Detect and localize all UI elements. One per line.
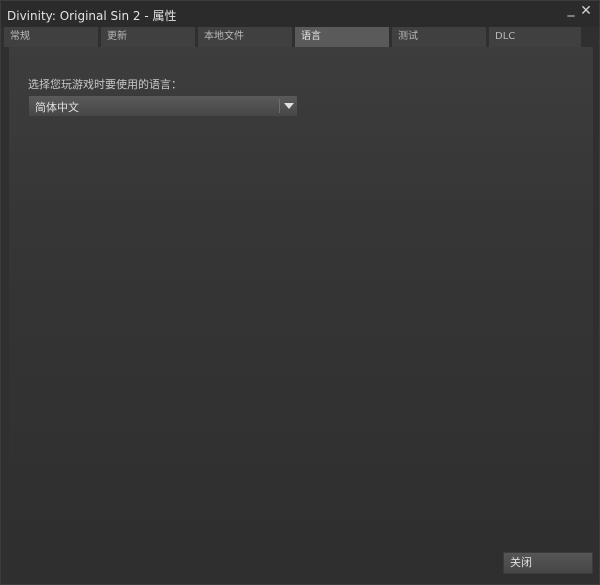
properties-window: Divinity: Original Sin 2 - 属性 _ ✕ 常规 更新 … <box>0 0 600 585</box>
dropdown-divider <box>279 99 280 113</box>
tab-general[interactable]: 常规 <box>4 27 98 47</box>
language-panel: 选择您玩游戏时要使用的语言： 简体中文 <box>9 47 593 539</box>
tab-local-files[interactable]: 本地文件 <box>198 27 292 47</box>
chevron-down-icon[interactable] <box>284 103 294 109</box>
window-title: Divinity: Original Sin 2 - 属性 <box>7 9 177 23</box>
language-dropdown[interactable]: 简体中文 <box>28 95 298 117</box>
tab-language[interactable]: 语言 <box>295 27 389 47</box>
tab-updates[interactable]: 更新 <box>101 27 195 47</box>
minimize-icon[interactable]: _ <box>563 1 579 17</box>
tab-dlc[interactable]: DLC <box>489 27 581 47</box>
close-button[interactable]: 关闭 <box>503 552 593 574</box>
language-prompt: 选择您玩游戏时要使用的语言： <box>28 78 182 91</box>
tab-betas[interactable]: 测试 <box>392 27 486 47</box>
language-selected-value: 简体中文 <box>35 101 79 114</box>
title-bar: Divinity: Original Sin 2 - 属性 _ ✕ <box>1 1 599 27</box>
close-icon[interactable]: ✕ <box>578 3 594 19</box>
tab-bar: 常规 更新 本地文件 语言 测试 DLC <box>4 27 596 47</box>
